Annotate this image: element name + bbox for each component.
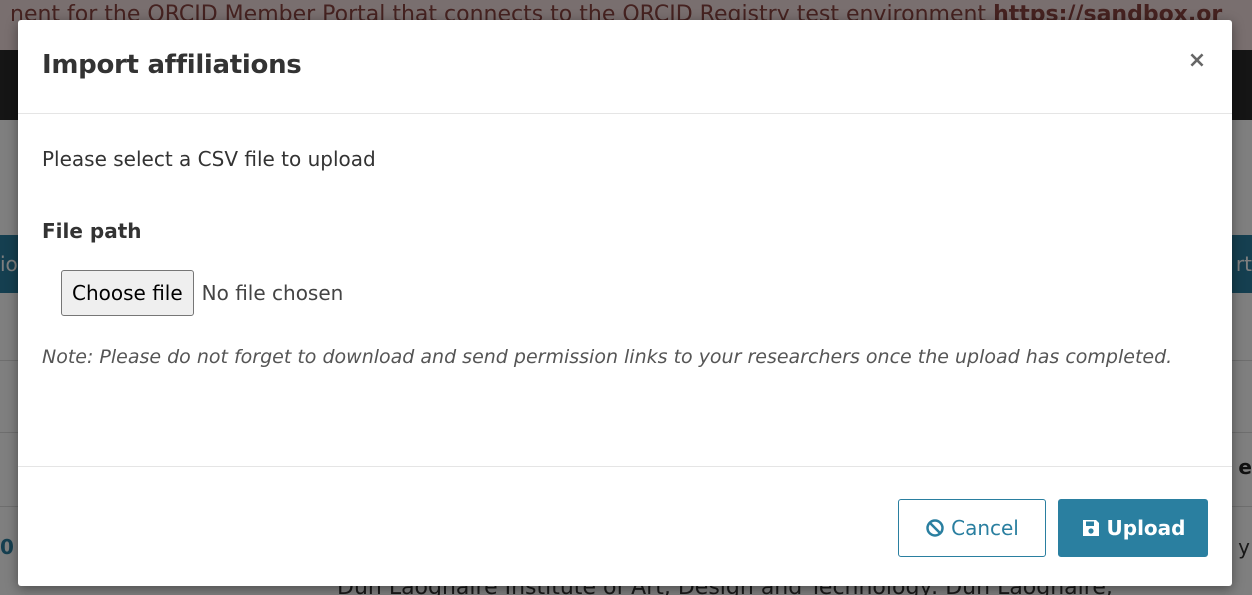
file-path-label: File path — [42, 219, 142, 243]
modal-title: Import affiliations — [42, 50, 302, 80]
file-input: Choose file No file chosen — [61, 270, 343, 316]
intro-text: Please select a CSV file to upload — [42, 147, 376, 171]
upload-note: Note: Please do not forget to download a… — [42, 346, 1173, 368]
modal-body: Please select a CSV file to upload File … — [18, 114, 1232, 467]
close-icon: × — [1187, 48, 1207, 73]
cancel-button[interactable]: Cancel — [898, 499, 1046, 557]
upload-button[interactable]: Upload — [1058, 499, 1208, 557]
file-status-text: No file chosen — [201, 281, 344, 305]
modal-footer: Cancel Upload — [18, 467, 1232, 586]
save-icon — [1081, 518, 1101, 538]
choose-file-button[interactable]: Choose file — [61, 270, 194, 316]
modal-header: Import affiliations × — [18, 20, 1232, 114]
cancel-label: Cancel — [951, 516, 1019, 540]
import-affiliations-dialog: Import affiliations × Please select a CS… — [18, 20, 1232, 586]
ban-icon — [925, 518, 945, 538]
upload-label: Upload — [1106, 516, 1186, 540]
close-button[interactable]: × — [1186, 50, 1208, 72]
